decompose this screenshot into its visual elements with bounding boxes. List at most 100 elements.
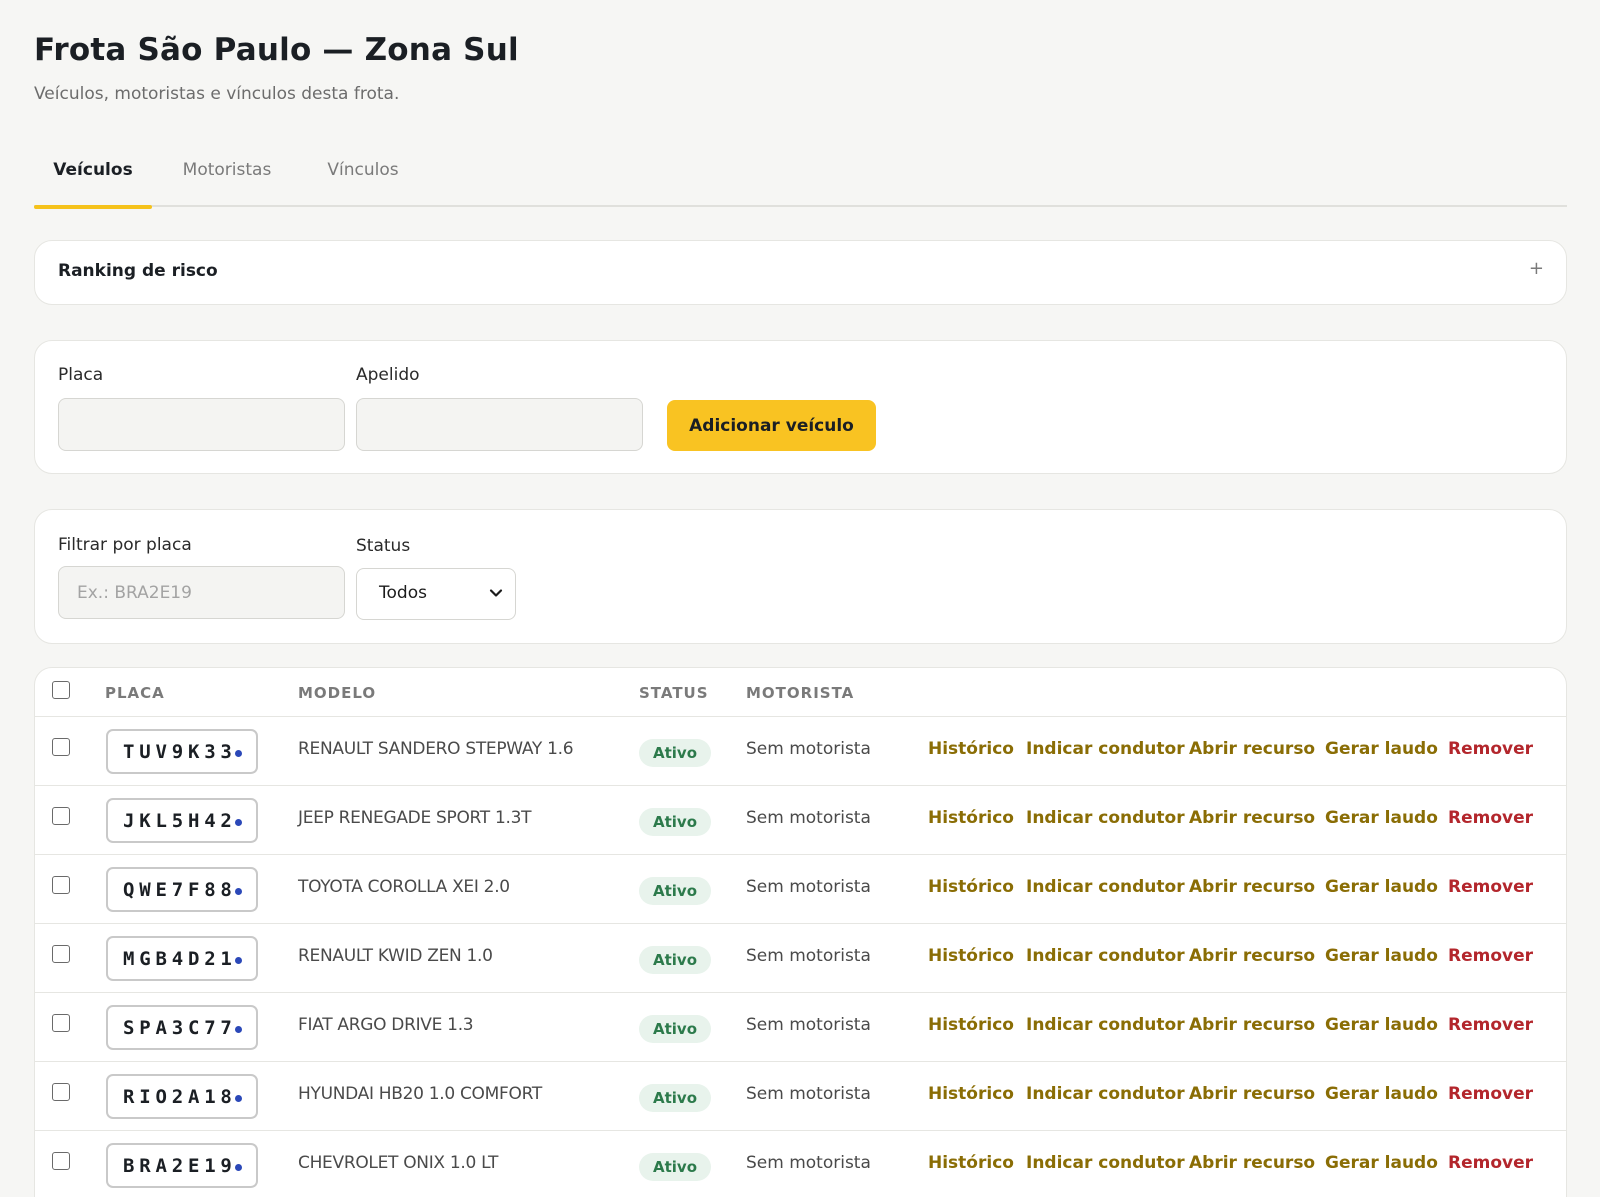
- add-vehicle-form: Placa Apelido Adicionar veículo: [34, 340, 1567, 474]
- plate-badge: QWE7F88: [106, 867, 258, 912]
- history-link[interactable]: Histórico: [928, 1084, 1014, 1104]
- vehicle-model: RENAULT SANDERO STEPWAY 1.6: [298, 739, 574, 759]
- tab-vinculos[interactable]: Vínculos: [304, 145, 422, 207]
- history-link[interactable]: Histórico: [928, 808, 1014, 828]
- tab-bar: Veículos Motoristas Vínculos: [34, 145, 1567, 209]
- tab-motoristas[interactable]: Motoristas: [168, 145, 286, 207]
- open-appeal-link[interactable]: Abrir recurso: [1189, 877, 1315, 897]
- driver-name: Sem motorista: [746, 1084, 871, 1104]
- filter-plate-input[interactable]: [58, 566, 345, 619]
- history-link[interactable]: Histórico: [928, 1015, 1014, 1035]
- indicate-driver-link[interactable]: Indicar condutor: [1026, 739, 1185, 759]
- page-subtitle: Veículos, motoristas e vínculos desta fr…: [34, 84, 400, 104]
- remove-link[interactable]: Remover: [1448, 1084, 1533, 1104]
- open-appeal-link[interactable]: Abrir recurso: [1189, 1084, 1315, 1104]
- plate-number: MGB4D21: [123, 948, 237, 970]
- open-appeal-link[interactable]: Abrir recurso: [1189, 1015, 1315, 1035]
- generate-report-link[interactable]: Gerar laudo: [1325, 739, 1438, 759]
- nickname-field-label: Apelido: [356, 365, 420, 385]
- remove-link[interactable]: Remover: [1448, 739, 1533, 759]
- row-checkbox[interactable]: [52, 1014, 70, 1032]
- status-badge: Ativo: [639, 739, 712, 767]
- indicate-driver-link[interactable]: Indicar condutor: [1026, 1153, 1185, 1173]
- remove-link[interactable]: Remover: [1448, 877, 1533, 897]
- row-checkbox[interactable]: [52, 1152, 70, 1170]
- remove-link[interactable]: Remover: [1448, 1015, 1533, 1035]
- table-row: MGB4D21 RENAULT KWID ZEN 1.0 Ativo Sem moto…: [35, 924, 1566, 993]
- table-row: SPA3C77 FIAT ARGO DRIVE 1.3 Ativo Sem motor…: [35, 993, 1566, 1062]
- plate-number: QWE7F88: [123, 879, 237, 901]
- history-link[interactable]: Histórico: [928, 877, 1014, 897]
- driver-name: Sem motorista: [746, 808, 871, 828]
- indicate-driver-link[interactable]: Indicar condutor: [1026, 1015, 1185, 1035]
- status-select[interactable]: Todos: [356, 568, 516, 620]
- open-appeal-link[interactable]: Abrir recurso: [1189, 808, 1315, 828]
- page-title: Frota São Paulo — Zona Sul: [34, 32, 519, 68]
- indicate-driver-link[interactable]: Indicar condutor: [1026, 1084, 1185, 1104]
- history-link[interactable]: Histórico: [928, 739, 1014, 759]
- vehicles-table: PLACA MODELO STATUS MOTORISTA TUV9K33 REN…: [34, 667, 1567, 1197]
- driver-name: Sem motorista: [746, 739, 871, 759]
- plate-badge: BRA2E19: [106, 1143, 258, 1188]
- row-checkbox[interactable]: [52, 807, 70, 825]
- filter-panel: Filtrar por placa Status Todos: [34, 509, 1567, 644]
- select-all-checkbox[interactable]: [52, 681, 70, 699]
- plate-badge: RIO2A18: [106, 1074, 258, 1119]
- add-vehicle-button[interactable]: Adicionar veículo: [667, 400, 876, 451]
- driver-name: Sem motorista: [746, 1015, 871, 1035]
- plate-number: BRA2E19: [123, 1155, 237, 1177]
- chevron-down-icon: [489, 589, 503, 597]
- ranking-title: Ranking de risco: [58, 261, 218, 281]
- status-badge: Ativo: [639, 946, 712, 974]
- header-status: STATUS: [639, 684, 709, 702]
- table-row: JKL5H42 JEEP RENEGADE SPORT 1.3T Ativo Sem …: [35, 786, 1566, 855]
- generate-report-link[interactable]: Gerar laudo: [1325, 946, 1438, 966]
- tab-veiculos[interactable]: Veículos: [34, 145, 152, 209]
- plate-dot-icon: [235, 1164, 242, 1171]
- plate-number: TUV9K33: [123, 741, 237, 763]
- driver-name: Sem motorista: [746, 1153, 871, 1173]
- indicate-driver-link[interactable]: Indicar condutor: [1026, 808, 1185, 828]
- history-link[interactable]: Histórico: [928, 946, 1014, 966]
- remove-link[interactable]: Remover: [1448, 1153, 1533, 1173]
- status-badge: Ativo: [639, 1015, 712, 1043]
- history-link[interactable]: Histórico: [928, 1153, 1014, 1173]
- indicate-driver-link[interactable]: Indicar condutor: [1026, 877, 1185, 897]
- ranking-panel[interactable]: Ranking de risco +: [34, 240, 1567, 305]
- remove-link[interactable]: Remover: [1448, 946, 1533, 966]
- plus-icon[interactable]: +: [1529, 258, 1544, 279]
- open-appeal-link[interactable]: Abrir recurso: [1189, 946, 1315, 966]
- generate-report-link[interactable]: Gerar laudo: [1325, 1084, 1438, 1104]
- plate-badge: TUV9K33: [106, 729, 258, 774]
- plate-dot-icon: [235, 750, 242, 757]
- generate-report-link[interactable]: Gerar laudo: [1325, 1153, 1438, 1173]
- plate-badge: JKL5H42: [106, 798, 258, 843]
- remove-link[interactable]: Remover: [1448, 808, 1533, 828]
- status-filter-label: Status: [356, 536, 411, 556]
- row-checkbox[interactable]: [52, 945, 70, 963]
- vehicle-model: FIAT ARGO DRIVE 1.3: [298, 1015, 474, 1035]
- table-header: PLACA MODELO STATUS MOTORISTA: [35, 668, 1566, 717]
- header-plate: PLACA: [105, 684, 165, 702]
- generate-report-link[interactable]: Gerar laudo: [1325, 1015, 1438, 1035]
- header-driver: MOTORISTA: [746, 684, 855, 702]
- indicate-driver-link[interactable]: Indicar condutor: [1026, 946, 1185, 966]
- generate-report-link[interactable]: Gerar laudo: [1325, 877, 1438, 897]
- nickname-input[interactable]: [356, 398, 643, 451]
- row-checkbox[interactable]: [52, 1083, 70, 1101]
- row-checkbox[interactable]: [52, 876, 70, 894]
- status-badge: Ativo: [639, 877, 712, 905]
- table-row: BRA2E19 CHEVROLET ONIX 1.0 LT Ativo Sem mot…: [35, 1131, 1566, 1197]
- plate-number: JKL5H42: [123, 810, 237, 832]
- open-appeal-link[interactable]: Abrir recurso: [1189, 739, 1315, 759]
- plate-number: SPA3C77: [123, 1017, 237, 1039]
- plate-dot-icon: [235, 1095, 242, 1102]
- plate-dot-icon: [235, 957, 242, 964]
- plate-dot-icon: [235, 1026, 242, 1033]
- vehicle-model: CHEVROLET ONIX 1.0 LT: [298, 1153, 499, 1173]
- plate-input[interactable]: [58, 398, 345, 451]
- generate-report-link[interactable]: Gerar laudo: [1325, 808, 1438, 828]
- open-appeal-link[interactable]: Abrir recurso: [1189, 1153, 1315, 1173]
- row-checkbox[interactable]: [52, 738, 70, 756]
- table-row: QWE7F88 TOYOTA COROLLA XEI 2.0 Ativo Sem mo…: [35, 855, 1566, 924]
